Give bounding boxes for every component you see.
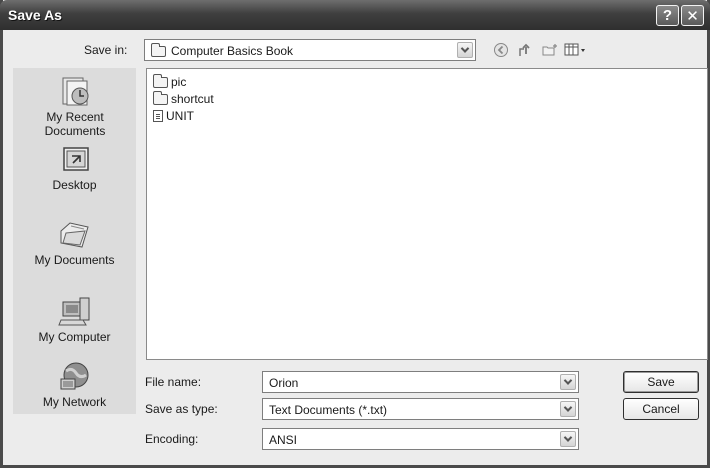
save-as-type-value: Text Documents (*.txt) bbox=[269, 403, 388, 417]
place-label: My Documents bbox=[34, 253, 115, 267]
encoding-label: Encoding: bbox=[145, 432, 199, 446]
list-item-label: pic bbox=[171, 75, 187, 89]
chevron-down-icon[interactable] bbox=[560, 374, 576, 390]
title-bar[interactable]: Save As ? ✕ bbox=[0, 0, 710, 30]
window-title: Save As bbox=[8, 7, 62, 23]
encoding-value: ANSI bbox=[269, 433, 298, 447]
chevron-down-icon[interactable] bbox=[560, 401, 576, 417]
recent-documents-icon bbox=[58, 76, 92, 108]
new-folder-icon[interactable] bbox=[540, 41, 560, 59]
list-item[interactable]: shortcut bbox=[153, 90, 214, 106]
save-as-type-dropdown[interactable]: Text Documents (*.txt) bbox=[262, 398, 579, 420]
save-as-dialog: Save As ? ✕ Save in: Computer Basics Boo… bbox=[0, 0, 710, 468]
place-label: My Network bbox=[42, 395, 107, 409]
save-in-value: Computer Basics Book bbox=[171, 44, 294, 58]
list-item-label: UNIT bbox=[166, 109, 194, 123]
save-button[interactable]: Save bbox=[623, 371, 699, 393]
list-item-label: shortcut bbox=[171, 92, 214, 106]
desktop-icon bbox=[58, 144, 92, 176]
save-as-type-label: Save as type: bbox=[145, 402, 218, 416]
help-icon: ? bbox=[662, 7, 673, 24]
place-label: My Computer bbox=[38, 330, 111, 344]
back-icon[interactable] bbox=[491, 41, 511, 59]
place-label: Desktop bbox=[52, 178, 97, 192]
list-item[interactable]: pic bbox=[153, 73, 187, 89]
encoding-dropdown[interactable]: ANSI bbox=[262, 428, 579, 450]
place-my-documents[interactable]: My Documents bbox=[13, 219, 136, 267]
text-file-icon bbox=[153, 110, 163, 122]
views-menu-icon[interactable] bbox=[563, 41, 589, 59]
my-documents-icon bbox=[58, 219, 92, 251]
cancel-button[interactable]: Cancel bbox=[623, 398, 699, 420]
file-name-value: Orion bbox=[269, 376, 299, 390]
place-my-network[interactable]: My Network bbox=[13, 361, 136, 409]
save-in-label: Save in: bbox=[84, 43, 128, 57]
list-item[interactable]: UNIT bbox=[153, 109, 194, 123]
chevron-down-icon[interactable] bbox=[457, 42, 473, 58]
folder-icon bbox=[153, 73, 168, 88]
file-list[interactable]: pic shortcut UNIT bbox=[146, 68, 708, 360]
place-my-recent-documents[interactable]: My Recent Documents bbox=[13, 76, 136, 138]
file-name-field[interactable]: Orion bbox=[262, 371, 579, 393]
folder-icon bbox=[153, 90, 168, 105]
place-desktop[interactable]: Desktop bbox=[13, 144, 136, 192]
file-name-label: File name: bbox=[145, 375, 202, 389]
folder-icon bbox=[151, 42, 166, 57]
help-button[interactable]: ? bbox=[656, 5, 679, 26]
places-bar: My Recent Documents Desktop My Documents… bbox=[13, 68, 136, 414]
my-computer-icon bbox=[57, 296, 92, 328]
close-button[interactable]: ✕ bbox=[681, 5, 704, 26]
chevron-down-icon[interactable] bbox=[560, 431, 576, 447]
my-network-icon bbox=[58, 361, 92, 393]
place-label: My Recent Documents bbox=[44, 110, 106, 138]
up-folder-icon[interactable] bbox=[515, 41, 535, 59]
place-my-computer[interactable]: My Computer bbox=[13, 296, 136, 344]
save-in-dropdown[interactable]: Computer Basics Book bbox=[144, 39, 476, 61]
close-icon: ✕ bbox=[686, 7, 699, 25]
